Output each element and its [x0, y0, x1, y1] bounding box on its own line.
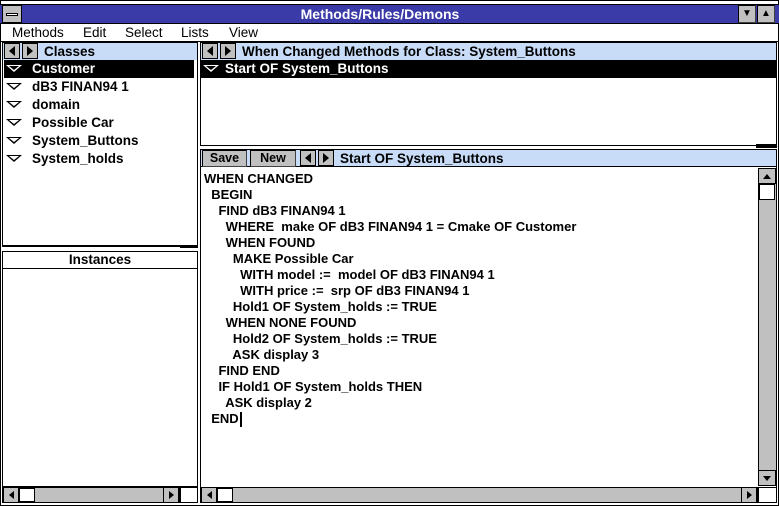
editor-next-button[interactable]: [318, 150, 334, 166]
menu-select[interactable]: Select: [125, 25, 163, 41]
text-cursor: [240, 412, 242, 427]
arrow-up-icon: [763, 173, 771, 179]
v-scroll-thumb[interactable]: [759, 184, 775, 200]
maximize-button[interactable]: ▲: [757, 5, 775, 23]
arrow-left-icon: [305, 153, 311, 163]
triangle-down-icon: [6, 65, 22, 72]
save-button[interactable]: Save: [202, 150, 247, 167]
code-line: FIND END: [204, 363, 280, 378]
class-item-db3-finan94-1[interactable]: dB3 FINAN94 1: [4, 78, 194, 96]
code-line: ASK display 2: [204, 395, 312, 410]
arrow-left-icon: [9, 46, 15, 56]
h-scroll-thumb[interactable]: [217, 488, 233, 502]
menu-edit[interactable]: Edit: [83, 25, 106, 41]
arrow-left-icon: [206, 491, 212, 499]
code-line: Hold1 OF System_holds := TRUE: [204, 299, 437, 314]
code-line: BEGIN: [204, 187, 253, 202]
methods-editor-splitter[interactable]: [756, 144, 777, 148]
code-line: ASK display 3: [204, 347, 320, 362]
methods-next-button[interactable]: [220, 43, 236, 59]
menu-view[interactable]: View: [229, 25, 258, 41]
code-line: END: [204, 411, 239, 426]
code-line: FIND dB3 FINAN94 1: [204, 203, 346, 218]
classes-next-button[interactable]: [22, 43, 38, 59]
instances-header: Instances: [3, 252, 197, 269]
arrow-right-icon: [225, 46, 231, 56]
arrow-right-icon: [27, 46, 33, 56]
system-menu-button[interactable]: [2, 5, 22, 23]
class-item-system-holds[interactable]: System_holds: [4, 150, 194, 168]
menu-bar: Methods Edit Select Lists View: [1, 24, 778, 42]
window-title: Methods/Rules/Demons: [300, 6, 460, 22]
editor-v-scrollbar[interactable]: [758, 168, 776, 486]
class-item-label: Possible Car: [32, 115, 114, 130]
code-line: MAKE Possible Car: [204, 251, 354, 266]
triangle-down-icon: [6, 83, 22, 90]
arrow-left-icon: [207, 46, 213, 56]
arrow-right-icon: [168, 491, 174, 499]
code-line: WHEN CHANGED: [204, 171, 314, 186]
code-line: WHERE make OF dB3 FINAN94 1 = Cmake OF C…: [204, 219, 577, 234]
code-line: WITH model := model OF dB3 FINAN94 1: [204, 267, 495, 282]
menu-lists[interactable]: Lists: [181, 25, 209, 41]
triangle-down-icon: [6, 119, 22, 126]
editor-prev-button[interactable]: [300, 150, 316, 166]
code-line: WHEN NONE FOUND: [204, 315, 357, 330]
editor-scroll-right-button[interactable]: [741, 487, 757, 503]
class-item-label: System_holds: [32, 151, 124, 166]
class-item-label: domain: [32, 97, 81, 112]
code-line: Hold2 OF System_holds := TRUE: [204, 331, 437, 346]
arrow-right-icon: [746, 491, 752, 499]
instances-panel: [2, 251, 198, 487]
editor-current-method: Start OF System_Buttons: [340, 151, 504, 166]
menu-methods[interactable]: Methods: [12, 25, 64, 41]
scroll-corner: [180, 487, 198, 503]
scroll-down-button[interactable]: [758, 470, 776, 486]
scroll-thumb[interactable]: [19, 488, 35, 502]
scroll-left-button[interactable]: [3, 487, 19, 503]
triangle-down-icon: [203, 65, 219, 72]
class-item-label: System_Buttons: [32, 133, 139, 148]
editor-scroll-left-button[interactable]: [201, 487, 217, 503]
scroll-up-button[interactable]: [758, 168, 776, 184]
arrow-right-icon: [323, 153, 329, 163]
class-item-possible-car[interactable]: Possible Car: [4, 114, 194, 132]
triangle-down-icon: [6, 101, 22, 108]
arrow-down-icon: [763, 475, 771, 481]
class-item-customer[interactable]: Customer: [4, 60, 194, 78]
triangle-down-icon: [6, 137, 22, 144]
class-item-system-buttons[interactable]: System_Buttons: [4, 132, 194, 150]
editor-h-scrollbar[interactable]: [200, 487, 758, 503]
code-line: IF Hold1 OF System_holds THEN: [204, 379, 423, 394]
method-item-label: Start OF System_Buttons: [225, 61, 389, 76]
triangle-down-icon: [6, 155, 22, 162]
class-item-label: Customer: [32, 61, 96, 76]
method-item-start[interactable]: Start OF System_Buttons: [201, 60, 776, 78]
scroll-right-button[interactable]: [163, 487, 179, 503]
classes-title: Classes: [44, 44, 96, 59]
methods-title: When Changed Methods for Class: System_B…: [242, 44, 576, 59]
arrow-left-icon: [8, 491, 14, 499]
code-line: WHEN FOUND: [204, 235, 316, 250]
splitter-highlight: [2, 247, 180, 249]
code-line: WITH price := srp OF dB3 FINAN94 1: [204, 283, 470, 298]
editor-scroll-corner: [758, 487, 777, 503]
new-button[interactable]: New: [250, 150, 296, 167]
system-menu-icon: [6, 13, 18, 16]
code-editor[interactable]: WHEN CHANGED BEGIN FIND dB3 FINAN94 1 WH…: [204, 171, 756, 485]
classes-prev-button[interactable]: [4, 43, 20, 59]
methods-prev-button[interactable]: [202, 43, 218, 59]
minimize-button[interactable]: ▼: [738, 5, 756, 23]
class-item-label: dB3 FINAN94 1: [32, 79, 129, 94]
class-item-domain[interactable]: domain: [4, 96, 194, 114]
